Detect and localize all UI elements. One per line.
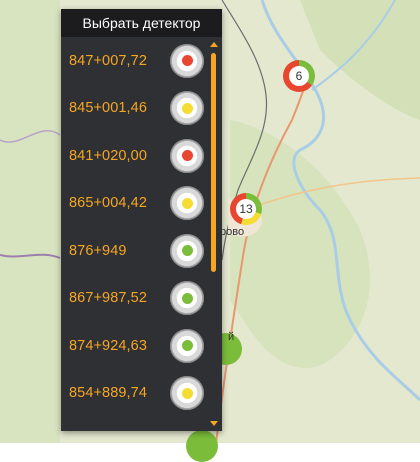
forest-area [0, 0, 60, 443]
list-item[interactable]: 854+889,74 [61, 370, 211, 418]
scroll-down-arrow-icon[interactable] [210, 421, 218, 426]
status-dot-green [181, 245, 193, 257]
status-indicator-icon [170, 43, 204, 78]
list-item[interactable]: 845+001,46 [61, 85, 211, 133]
map-cluster-marker[interactable] [186, 430, 218, 462]
status-indicator-icon [170, 328, 204, 363]
status-indicator-icon [170, 281, 204, 316]
detector-label: 841+020,00 [69, 147, 148, 164]
cluster-count: 6 [289, 66, 309, 86]
status-indicator-icon [170, 91, 204, 126]
list-item[interactable]: 865+004,42 [61, 180, 211, 228]
list-item[interactable]: 847+007,72 [61, 37, 211, 85]
map-cluster-marker[interactable]: 6 [283, 60, 315, 92]
detector-label: 876+949 [69, 242, 127, 259]
status-dot-red [181, 55, 193, 67]
detector-label: 867+987,52 [69, 290, 148, 307]
scrollbar-thumb[interactable] [211, 53, 216, 272]
status-dot-green [181, 292, 193, 304]
scroll-up-arrow-icon[interactable] [210, 42, 218, 47]
detector-label: 865+004,42 [69, 195, 148, 212]
detector-label: 845+001,46 [69, 100, 148, 117]
status-indicator-icon [170, 233, 204, 268]
list-item[interactable]: 874+924,63 [61, 322, 211, 370]
status-dot-yellow [181, 197, 193, 209]
panel-title: Выбрать детектор [61, 9, 222, 37]
list-item[interactable]: 876+949 [61, 227, 211, 275]
status-indicator-icon [170, 138, 204, 173]
status-dot-green [181, 340, 193, 352]
detector-list[interactable]: 847+007,72 845+001,46 841+020,00 865+004… [61, 37, 211, 417]
list-item[interactable]: 841+020,00 [61, 132, 211, 180]
status-indicator-icon [170, 376, 204, 411]
status-dot-yellow [181, 102, 193, 114]
status-dot-red [181, 150, 193, 162]
map-town-label: рово [220, 226, 245, 238]
detector-label: 854+889,74 [69, 385, 148, 402]
status-indicator-icon [170, 186, 204, 221]
map-cluster-marker[interactable]: 13 [230, 193, 262, 225]
detector-selector-panel: Выбрать детектор 847+007,72 845+001,46 8… [61, 9, 222, 431]
map-place-label: й [228, 331, 235, 343]
status-dot-yellow [181, 387, 193, 399]
cluster-count: 13 [236, 199, 256, 219]
list-item[interactable]: 867+987,52 [61, 275, 211, 323]
detector-label: 874+924,63 [69, 337, 148, 354]
detector-label: 847+007,72 [69, 52, 148, 69]
